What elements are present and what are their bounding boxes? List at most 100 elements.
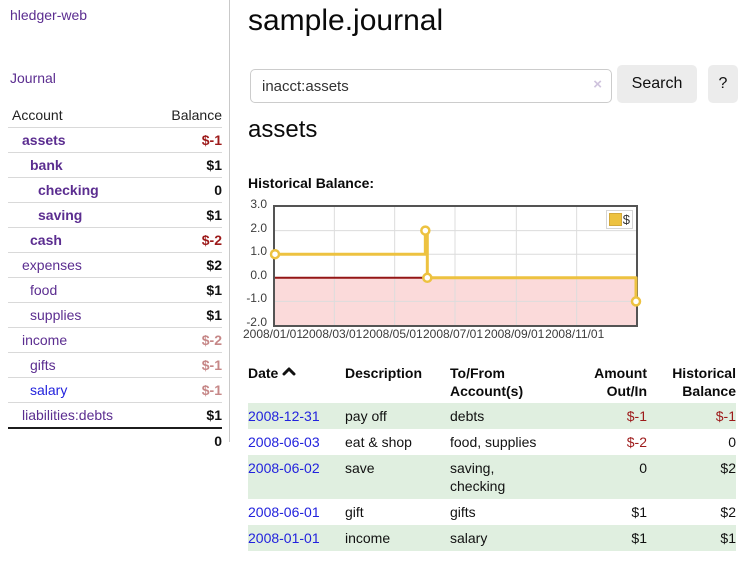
account-row: checking 0 xyxy=(8,177,222,202)
transaction-description: save xyxy=(345,455,450,499)
app-title-link[interactable]: hledger-web xyxy=(10,7,87,23)
transaction-balance: $1 xyxy=(647,525,736,551)
account-balance: $-2 xyxy=(202,332,222,348)
help-button[interactable]: ? xyxy=(708,65,738,103)
register-row: 2008-06-01 giftgifts$1$2 xyxy=(248,499,736,525)
transaction-description: pay off xyxy=(345,403,450,429)
account-balance: $-1 xyxy=(202,132,222,148)
register-row: 2008-06-02savesaving, checking0$2 xyxy=(248,455,736,499)
register-row: 2008-06-03eat & shopfood, supplies$-20 xyxy=(248,429,736,455)
transaction-date-link[interactable]: 2008-01-01 xyxy=(248,530,320,546)
transaction-balance: $2 xyxy=(647,455,736,499)
account-row: saving$1 xyxy=(8,202,222,227)
search-input[interactable] xyxy=(260,70,584,102)
chart-canvas xyxy=(275,207,636,325)
account-row: liabilities:debts $1 xyxy=(8,402,222,427)
account-link-expenses[interactable]: expenses xyxy=(8,257,82,273)
y-axis-tick-label: 2.0 xyxy=(221,221,267,235)
transaction-date-link[interactable]: 2008-12-31 xyxy=(248,408,320,424)
account-column-header: Account xyxy=(8,107,63,123)
account-balance: $-1 xyxy=(202,382,222,398)
register-row: 2008-01-01incomesalary$1$1 xyxy=(248,525,736,551)
page-title: sample.journal xyxy=(248,0,443,42)
y-axis-tick-label: -1.0 xyxy=(221,291,267,305)
chart-legend: $ xyxy=(606,210,633,229)
description-column-header[interactable]: Description xyxy=(345,360,450,403)
account-heading: assets xyxy=(248,116,317,144)
accounts-table: Account Balance assets $-1 bank $1 checking 0… xyxy=(8,103,222,453)
account-balance: $2 xyxy=(206,257,222,273)
account-row: supplies $1 xyxy=(8,302,222,327)
hledger-web-app: hledger-web Journal Account Balance asse… xyxy=(0,0,742,582)
account-balance: $-2 xyxy=(202,232,222,248)
transaction-amount: $1 xyxy=(572,499,647,525)
y-axis-tick-label: 3.0 xyxy=(221,197,267,211)
y-axis-tick-label: 1.0 xyxy=(221,244,267,258)
date-column-header[interactable]: Date xyxy=(248,360,345,403)
transaction-accounts: salary xyxy=(450,525,572,551)
transaction-balance: 0 xyxy=(647,429,736,455)
balance-column-header: Balance xyxy=(171,107,222,123)
account-link-cash[interactable]: cash xyxy=(8,232,62,248)
transaction-accounts: debts xyxy=(450,403,572,429)
account-link-checking[interactable]: checking xyxy=(8,182,99,198)
x-axis-tick-label: 2008/09/01 xyxy=(484,327,544,341)
x-axis-tick-label: 2008/03/01 xyxy=(302,327,362,341)
transaction-amount: $1 xyxy=(572,525,647,551)
search-box: × xyxy=(250,69,612,103)
accounts-rows: assets$-1bank$1checking0saving$1cash$-2e… xyxy=(8,127,222,427)
account-row: assets $-1 xyxy=(8,127,222,152)
account-balance: 0 xyxy=(214,182,222,198)
account-balance: $1 xyxy=(206,282,222,298)
account-link-saving[interactable]: saving xyxy=(8,207,82,223)
historical-balance-chart: $ xyxy=(273,205,638,327)
transaction-accounts: gifts xyxy=(450,499,572,525)
account-link-liabilities-debts[interactable]: liabilities:debts xyxy=(8,407,113,423)
accounts-total-row: 0 xyxy=(8,427,222,453)
clear-search-icon[interactable]: × xyxy=(593,76,602,93)
x-axis-tick-label: 2008/05/01 xyxy=(363,327,423,341)
legend-swatch-icon xyxy=(609,213,622,226)
transaction-accounts: saving, checking xyxy=(450,455,572,499)
register-table: Date Description To/From Account(s) Amou… xyxy=(248,360,736,551)
account-link-assets[interactable]: assets xyxy=(8,132,66,148)
account-link-gifts[interactable]: gifts xyxy=(8,357,56,373)
account-link-bank[interactable]: bank xyxy=(8,157,63,173)
account-row: food $1 xyxy=(8,277,222,302)
accounts-total-value: 0 xyxy=(214,433,222,449)
account-link-income[interactable]: income xyxy=(8,332,67,348)
chart-title: Historical Balance: xyxy=(248,175,374,191)
legend-label: $ xyxy=(623,212,630,227)
account-balance: $1 xyxy=(206,157,222,173)
account-balance: $-1 xyxy=(202,357,222,373)
account-link-food[interactable]: food xyxy=(8,282,57,298)
transaction-date-link[interactable]: 2008-06-03 xyxy=(248,434,320,450)
chevron-up-icon xyxy=(282,366,296,377)
transaction-date-link[interactable]: 2008-06-02 xyxy=(248,460,320,476)
account-row: bank $1 xyxy=(8,152,222,177)
accounts-column-header[interactable]: To/From Account(s) xyxy=(450,360,572,403)
transaction-description: income xyxy=(345,525,450,551)
balance-column-header-main[interactable]: Historical Balance xyxy=(647,360,736,403)
accounts-table-header: Account Balance xyxy=(8,103,222,127)
register-header-row: Date Description To/From Account(s) Amou… xyxy=(248,360,736,403)
account-row: income $-2 xyxy=(8,327,222,352)
account-balance: $1 xyxy=(206,407,222,423)
x-axis-tick-label: 2008/07/01 xyxy=(423,327,483,341)
transaction-balance: $2 xyxy=(647,499,736,525)
account-link-supplies[interactable]: supplies xyxy=(8,307,81,323)
account-row: salary $-1 xyxy=(8,377,222,402)
x-axis-tick-label: 2008/11/01 xyxy=(545,327,604,341)
sidebar: hledger-web Journal Account Balance asse… xyxy=(0,0,230,442)
transaction-balance: $-1 xyxy=(647,403,736,429)
amount-column-header[interactable]: Amount Out/In xyxy=(572,360,647,403)
sidebar-item-journal[interactable]: Journal xyxy=(10,70,56,86)
account-link-salary[interactable]: salary xyxy=(8,382,67,398)
x-axis-tick-label: 2008/01/01 xyxy=(243,327,303,341)
transaction-date-link[interactable]: 2008-06-01 xyxy=(248,504,320,520)
transaction-amount: $-2 xyxy=(572,429,647,455)
account-balance: $1 xyxy=(206,307,222,323)
transaction-description: gift xyxy=(345,499,450,525)
transaction-amount: $-1 xyxy=(572,403,647,429)
search-button[interactable]: Search xyxy=(617,65,697,103)
